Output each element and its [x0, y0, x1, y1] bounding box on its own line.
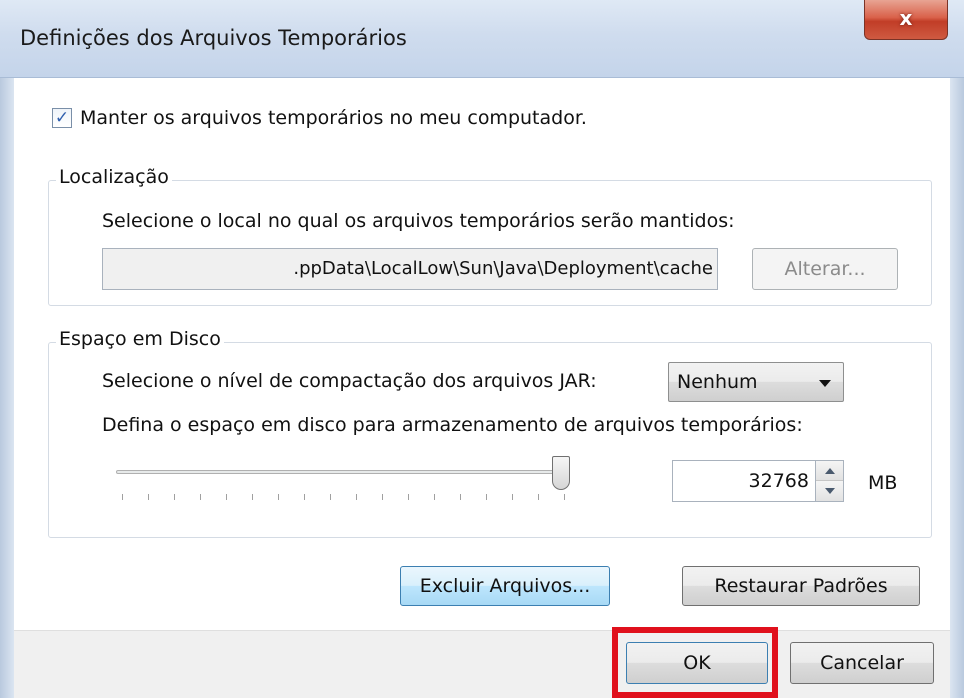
slider-tick [382, 494, 383, 500]
slider-tick [356, 494, 357, 500]
arrow-down-icon [824, 488, 835, 494]
window-frame-right [950, 78, 964, 698]
cache-path-field[interactable]: .ppData\LocalLow\Sun\Java\Deployment\cac… [102, 248, 718, 290]
close-icon: x [899, 6, 913, 30]
slider-tick [278, 494, 279, 500]
slider-tick [304, 494, 305, 500]
compression-select[interactable]: Nenhum [668, 362, 844, 402]
window-title: Definições dos Arquivos Temporários [20, 26, 407, 50]
slider-tick [408, 494, 409, 500]
disk-space-input[interactable]: 32768 [672, 460, 816, 502]
slider-tick [460, 494, 461, 500]
space-label: Defina o espaço em disco para armazename… [102, 414, 803, 436]
slider-tick [434, 494, 435, 500]
keep-files-checkbox[interactable]: ✓ [52, 108, 72, 128]
disk-space-slider-thumb[interactable] [552, 456, 570, 490]
checkmark-icon: ✓ [54, 108, 70, 128]
slider-tick [512, 494, 513, 500]
slider-tick [226, 494, 227, 500]
slider-tick [564, 494, 565, 500]
disk-space-group-label: Espaço em Disco [56, 328, 224, 350]
arrow-up-icon [824, 467, 835, 474]
change-location-button[interactable]: Alterar... [752, 248, 898, 290]
keep-files-option[interactable]: ✓ Manter os arquivos temporários no meu … [52, 106, 587, 130]
slider-tick [538, 494, 539, 500]
unit-label: MB [868, 472, 898, 494]
close-button[interactable]: x [864, 0, 948, 40]
keep-files-label: Manter os arquivos temporários no meu co… [80, 107, 587, 129]
delete-files-button[interactable]: Excluir Arquivos... [400, 566, 610, 606]
slider-tick [200, 494, 201, 500]
slider-tick [252, 494, 253, 500]
compression-value: Nenhum [677, 371, 758, 393]
spin-down-button[interactable] [816, 481, 843, 501]
slider-tick [122, 494, 123, 500]
window-frame-left [0, 78, 14, 698]
title-bar: Definições dos Arquivos Temporários x [0, 0, 964, 78]
slider-tick [148, 494, 149, 500]
disk-space-slider-track[interactable] [116, 470, 566, 474]
restore-defaults-button[interactable]: Restaurar Padrões [682, 566, 920, 606]
ok-highlight-box [612, 627, 778, 698]
slider-tick [330, 494, 331, 500]
disk-space-spinner[interactable] [816, 460, 844, 502]
chevron-down-icon [819, 380, 831, 387]
cancel-button[interactable]: Cancelar [790, 642, 934, 684]
spin-up-button[interactable] [816, 461, 843, 481]
slider-tick [486, 494, 487, 500]
slider-tick [174, 494, 175, 500]
compression-label: Selecione o nível de compactação dos arq… [102, 370, 597, 392]
location-description: Selecione o local no qual os arquivos te… [102, 210, 735, 232]
location-group-label: Localização [56, 166, 172, 188]
